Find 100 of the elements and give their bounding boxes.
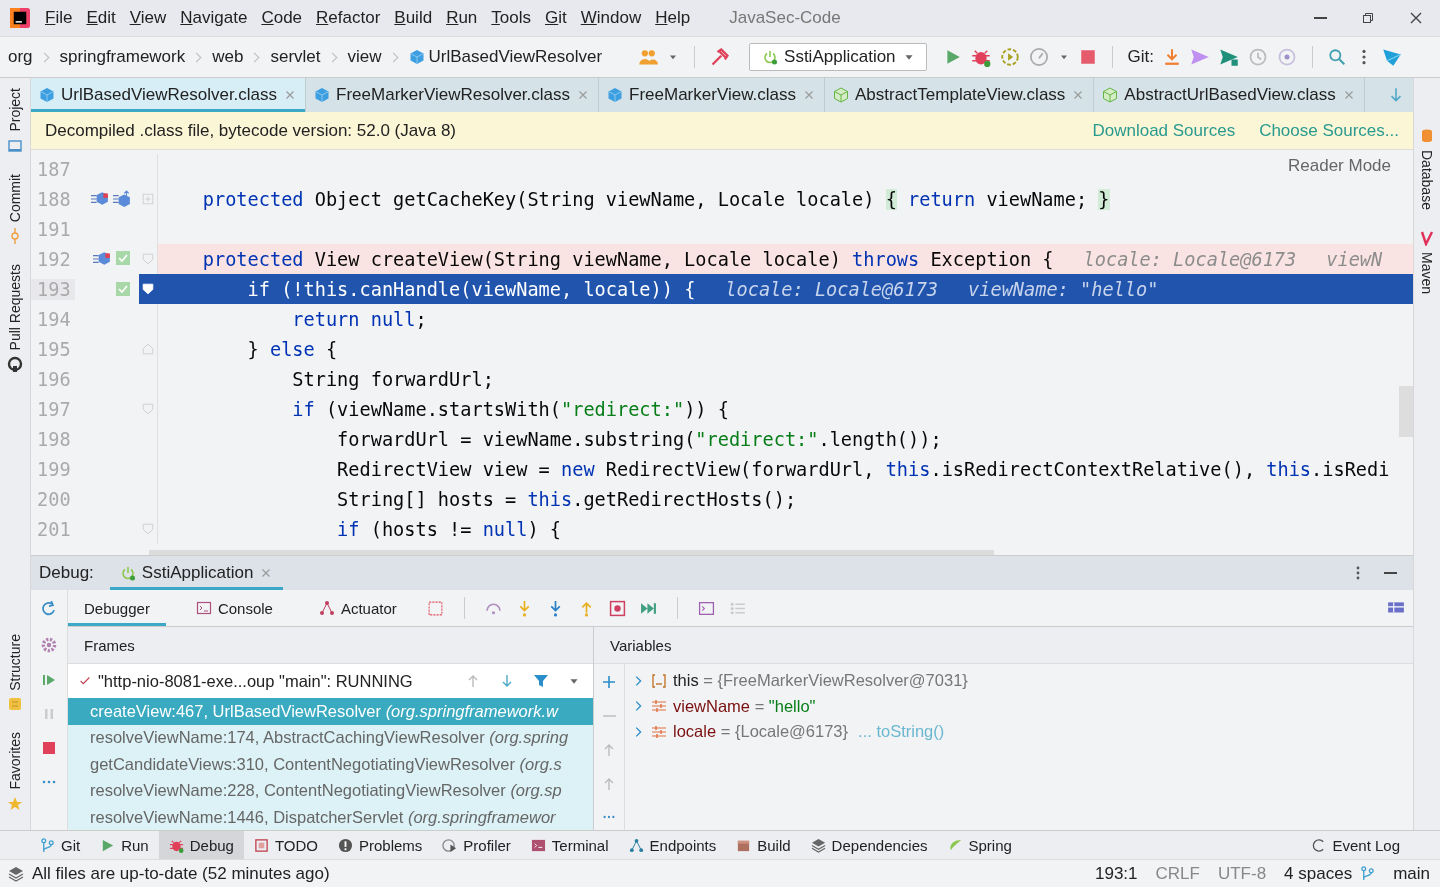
- tool-window-tab[interactable]: Endpoints: [618, 831, 727, 859]
- tool-window-tab[interactable]: TODO: [243, 831, 328, 859]
- menu-item[interactable]: File: [38, 8, 80, 28]
- fold-marker-icon[interactable]: [141, 342, 155, 356]
- breadcrumb-item[interactable]: servlet: [270, 47, 321, 67]
- plugin-icon[interactable]: [1382, 47, 1403, 67]
- push-icon[interactable]: [1219, 47, 1240, 67]
- variable-entry[interactable]: this = {FreeMarkerViewResolver@7031}: [673, 671, 968, 691]
- people-icon[interactable]: [638, 47, 659, 67]
- filter-icon[interactable]: [533, 673, 549, 689]
- settings-icon[interactable]: [40, 636, 58, 654]
- layers-icon[interactable]: [8, 865, 24, 882]
- breadcrumb-item[interactable]: web: [212, 47, 244, 67]
- menu-item[interactable]: Edit: [79, 8, 123, 28]
- debugger-tab[interactable]: Debugger: [68, 590, 166, 626]
- tab-label: AbstractTemplateView.class: [854, 85, 1066, 105]
- panel-title: Variables: [610, 636, 672, 654]
- status-item[interactable]: 4 spaces: [1284, 863, 1353, 884]
- rerun-icon[interactable]: [40, 600, 58, 618]
- drop-frame-icon[interactable]: [608, 599, 626, 617]
- status-item[interactable]: 193:1: [1094, 863, 1138, 884]
- status-item[interactable]: main: [1393, 863, 1430, 884]
- search-icon[interactable]: [1328, 48, 1347, 66]
- tool-window-button[interactable]: Structure: [7, 623, 23, 723]
- breadcrumb-item[interactable]: view: [347, 47, 382, 67]
- tool-window-button[interactable]: Project: [7, 78, 23, 164]
- tool-window-button[interactable]: Favorites: [7, 722, 23, 822]
- editor-tab[interactable]: UrlBasedViewResolver.class: [31, 78, 307, 112]
- run-configuration-dropdown[interactable]: SstiApplication: [749, 43, 927, 71]
- tool-window-tab[interactable]: Terminal: [520, 831, 619, 859]
- menu-item[interactable]: Navigate: [173, 8, 255, 28]
- tool-window-tab[interactable]: Dependencies: [800, 831, 938, 859]
- commit-icon[interactable]: [1190, 47, 1211, 67]
- scrollbar-thumb[interactable]: [1399, 386, 1413, 437]
- stack-frame[interactable]: getCandidateViews:310, ContentNegotiatingViewResolver (org.s: [68, 751, 593, 778]
- menu-item[interactable]: Git: [538, 8, 574, 28]
- fold-marker-icon[interactable]: [141, 402, 155, 416]
- update-icon[interactable]: [1163, 48, 1182, 66]
- menu-item[interactable]: Code: [254, 8, 310, 28]
- class-icon: [314, 87, 331, 103]
- menu-item[interactable]: Build: [387, 8, 440, 28]
- tool-window-tab[interactable]: Problems: [327, 831, 433, 859]
- debugger-tab[interactable]: Console: [179, 590, 289, 626]
- status-message: All files are up-to-date (52 minutes ago): [32, 863, 330, 884]
- stack-frame[interactable]: resolveViewName:228, ContentNegotiatingViewResolver (org.sp: [68, 777, 593, 804]
- breadcrumb-item[interactable]: springframework: [59, 47, 186, 67]
- stop-icon[interactable]: [1078, 48, 1097, 66]
- checkmark-icon[interactable]: [115, 281, 131, 297]
- checkmark-icon[interactable]: [115, 250, 131, 266]
- variable-entry[interactable]: viewName = "hello": [673, 696, 816, 716]
- code-line: } else {: [247, 338, 338, 360]
- menu-item[interactable]: Refactor: [309, 8, 388, 28]
- session-tab[interactable]: SstiApplication: [109, 556, 284, 590]
- code-line: protected View createView(String viewName, Locale locale) throws Exception {: [202, 248, 1054, 270]
- resume-icon[interactable]: [41, 672, 57, 688]
- github-icon: [7, 356, 23, 373]
- breadcrumb-item[interactable]: org: [8, 47, 33, 67]
- tool-window-tab[interactable]: Debug: [158, 831, 244, 859]
- overrides-method-icon[interactable]: [93, 250, 111, 268]
- tool-window-button[interactable]: Pull Requests: [7, 253, 23, 383]
- fold-marker-icon[interactable]: [141, 252, 155, 266]
- overridden-method-icon[interactable]: [113, 190, 131, 208]
- layers-icon: [810, 837, 826, 853]
- menu-item[interactable]: Tools: [484, 8, 538, 28]
- folder-icon: [7, 137, 23, 154]
- rollback-icon[interactable]: [1277, 47, 1298, 67]
- menu-item[interactable]: Help: [648, 8, 698, 28]
- profile-icon[interactable]: [999, 47, 1020, 67]
- tool-window-tab[interactable]: Git: [30, 831, 91, 859]
- thread-dropdown[interactable]: "http-nio-8081-exe...oup "main": RUNNING: [68, 664, 593, 698]
- tool-window-tab[interactable]: Run: [90, 831, 159, 859]
- menu-item[interactable]: View: [122, 8, 174, 28]
- hammer-icon[interactable]: [710, 47, 731, 67]
- history-icon[interactable]: [1248, 47, 1269, 67]
- debug-icon[interactable]: [970, 47, 991, 67]
- fold-expand-icon[interactable]: [141, 192, 155, 206]
- menu-item[interactable]: Run: [439, 8, 485, 28]
- stop-icon[interactable]: [41, 740, 57, 756]
- overrides-method-icon[interactable]: [91, 190, 109, 208]
- tool-window-button[interactable]: Maven: [1419, 219, 1435, 304]
- stack-frame[interactable]: resolveViewName:174, AbstractCachingViewResolver (org.spring: [68, 724, 593, 751]
- menu-item[interactable]: Window: [573, 8, 649, 28]
- tool-window-button[interactable]: Database: [1419, 118, 1435, 220]
- tool-window-tab[interactable]: Spring: [937, 831, 1022, 859]
- tool-window-button[interactable]: Commit: [7, 163, 23, 254]
- breadcrumb-item[interactable]: UrlBasedViewResolver: [428, 47, 603, 67]
- tool-window-tab[interactable]: Event Log: [1301, 831, 1410, 859]
- tool-window-tab[interactable]: Profiler: [432, 831, 521, 859]
- tool-window-tab[interactable]: Build: [726, 831, 801, 859]
- stack-frame[interactable]: resolveViewName:1446, DispatcherServlet (org.springframewor: [68, 804, 593, 830]
- debugger-tab[interactable]: Actuator: [302, 590, 413, 626]
- add-watch-icon[interactable]: [601, 674, 617, 690]
- restore-layout-icon[interactable]: [426, 599, 444, 617]
- fold-marker-icon[interactable]: [141, 522, 155, 536]
- close-icon: [1408, 10, 1424, 26]
- scrollbar-thumb[interactable]: [149, 550, 994, 555]
- variable-entry[interactable]: locale = {Locale@6173}: [673, 722, 849, 742]
- gauge-icon[interactable]: [1028, 47, 1049, 67]
- evaluate-icon[interactable]: [697, 599, 715, 617]
- reader-mode-link[interactable]: Reader Mode: [1288, 156, 1391, 176]
